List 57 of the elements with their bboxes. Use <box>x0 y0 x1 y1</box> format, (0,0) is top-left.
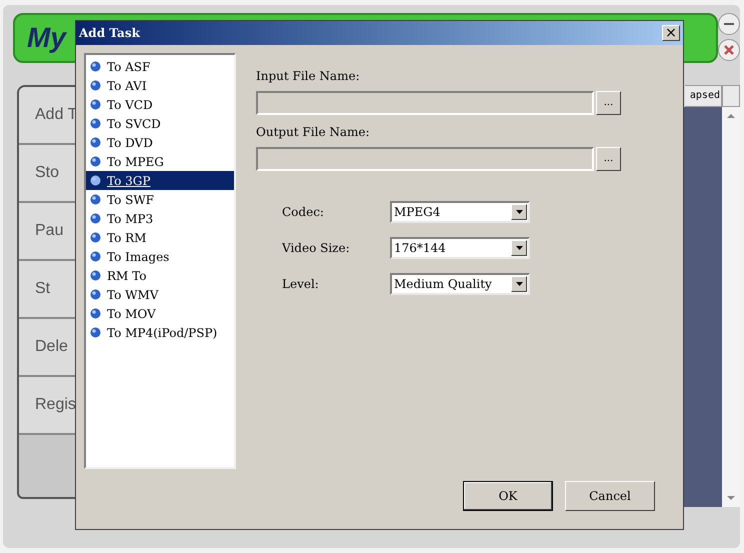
task-item[interactable]: To WMV <box>86 285 234 304</box>
globe-icon <box>90 289 101 300</box>
column-header: apsed <box>685 85 722 107</box>
globe-icon <box>90 137 101 148</box>
browse-button[interactable]: ... <box>596 91 621 115</box>
task-item[interactable]: To MP3 <box>86 209 234 228</box>
dropdown[interactable]: 176*144 <box>390 237 530 259</box>
globe-icon <box>90 232 101 243</box>
dropdown[interactable]: Medium Quality <box>390 273 530 295</box>
dialog-button[interactable]: Cancel <box>565 481 655 511</box>
globe-icon <box>90 61 101 72</box>
caret-icon <box>511 240 527 256</box>
globe-icon <box>90 175 101 186</box>
dialog-button[interactable]: OK <box>463 481 553 511</box>
close-button[interactable] <box>718 39 740 61</box>
dropdown[interactable]: MPEG4 <box>390 201 530 223</box>
task-item[interactable]: To RM <box>86 228 234 247</box>
task-item[interactable]: To 3GP <box>86 171 234 190</box>
close-icon <box>724 45 734 55</box>
task-item[interactable]: To SVCD <box>86 114 234 133</box>
globe-icon <box>90 194 101 205</box>
globe-icon <box>90 327 101 338</box>
globe-icon <box>90 270 101 281</box>
task-item[interactable]: To Images <box>86 247 234 266</box>
option-label: Codec: <box>282 204 325 221</box>
globe-icon <box>90 213 101 224</box>
task-item[interactable]: To VCD <box>86 95 234 114</box>
globe-icon <box>90 99 101 110</box>
globe-icon <box>90 118 101 129</box>
file-name-field[interactable] <box>256 91 594 115</box>
down-arrow-icon <box>727 496 735 500</box>
globe-icon <box>90 308 101 319</box>
file-name-field[interactable] <box>256 147 594 171</box>
minus-icon <box>724 23 734 25</box>
task-item[interactable]: To DVD <box>86 133 234 152</box>
field-label: Input File Name: <box>256 68 360 85</box>
option-label: Video Size: <box>282 240 351 257</box>
caret-icon <box>511 204 527 220</box>
task-item[interactable]: RM To <box>86 266 234 285</box>
globe-icon <box>90 156 101 167</box>
minimize-button[interactable] <box>718 13 740 35</box>
task-item[interactable]: To SWF <box>86 190 234 209</box>
up-arrow-icon <box>727 114 735 118</box>
globe-icon <box>90 251 101 262</box>
task-item[interactable]: To MPEG <box>86 152 234 171</box>
close-button[interactable]: × <box>662 25 680 41</box>
task-item[interactable]: To MP4(iPod/PSP) <box>86 323 234 342</box>
globe-icon <box>90 80 101 91</box>
task-item[interactable]: To AVI <box>86 76 234 95</box>
caret-icon <box>511 276 527 292</box>
browse-button[interactable]: ... <box>596 147 621 171</box>
field-label: Output File Name: <box>256 124 370 141</box>
task-item[interactable]: To MOV <box>86 304 234 323</box>
option-label: Level: <box>282 276 320 293</box>
task-item[interactable]: To ASF <box>86 57 234 76</box>
app-logo: My <box>27 21 66 55</box>
window-title: Add Task <box>79 25 140 42</box>
